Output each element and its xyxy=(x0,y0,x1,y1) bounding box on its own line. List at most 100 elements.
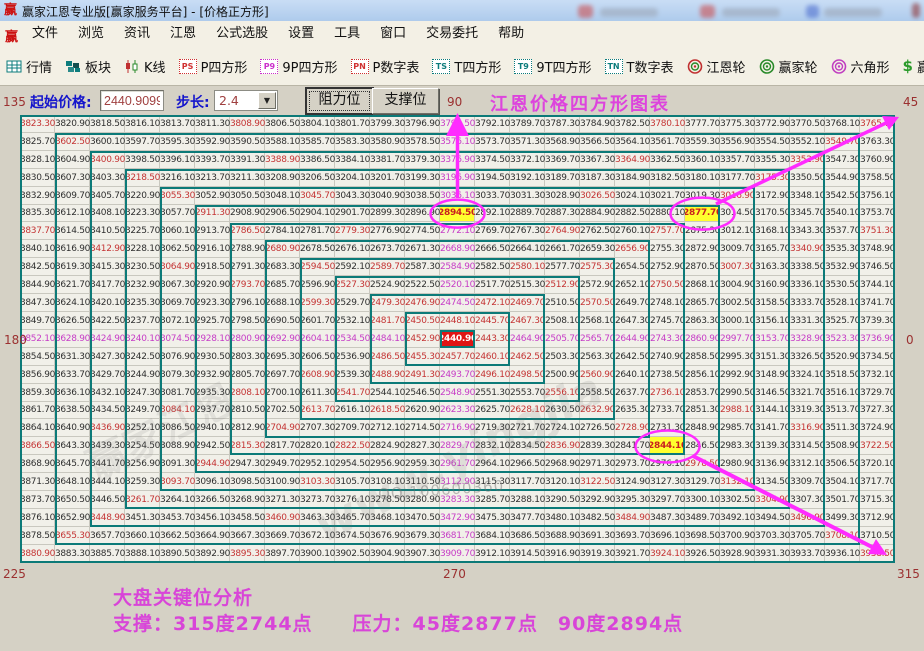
toolbar-button-P数字表[interactable]: PNP数字表 xyxy=(351,57,420,76)
menu-item[interactable]: 资讯 xyxy=(114,21,160,46)
grid-cell: 2690.50 xyxy=(265,312,300,330)
angle-label-0: 0 xyxy=(906,333,914,347)
grid-cell: 3367.30 xyxy=(580,151,615,169)
grid-cell: 2680.90 xyxy=(265,240,300,258)
grid-cell: 3120.10 xyxy=(545,473,580,491)
toolbar-button-K线[interactable]: K线 xyxy=(124,57,166,76)
grid-cell: 3273.70 xyxy=(300,491,335,509)
grid-cell: 3741.70 xyxy=(860,294,895,312)
grid-cell: 2481.70 xyxy=(370,312,405,330)
grid-cell: 3302.50 xyxy=(720,491,755,509)
grid-cell: 3278.50 xyxy=(370,491,405,509)
grid-cell: 3304.90 xyxy=(755,491,790,509)
toolbar-button-赢家服务[interactable]: $赢家服务 xyxy=(903,57,924,76)
grid-cell: 3602.50 xyxy=(55,133,90,151)
grid-cell: 3422.50 xyxy=(90,312,125,330)
grid-cell: 3124.90 xyxy=(615,473,650,491)
menu-item[interactable]: 帮助 xyxy=(488,21,534,46)
grid-cell: 3626.50 xyxy=(55,312,90,330)
support-button[interactable]: 支撑位 xyxy=(372,88,439,114)
grid-cell: 2709.70 xyxy=(335,419,370,437)
grid-cell: 2848.90 xyxy=(685,419,720,437)
grid-cell: 2493.70 xyxy=(440,366,475,384)
angle-label-270: 270 xyxy=(443,567,466,581)
toolbar-button-9T四方形[interactable]: T99T四方形 xyxy=(514,57,591,76)
toolbar-button-赢家轮[interactable]: 赢家轮 xyxy=(759,57,818,76)
grid-cell: 3009.70 xyxy=(720,240,755,258)
combo-dropdown-icon[interactable]: ▼ xyxy=(258,92,276,109)
grid-cell: 3117.70 xyxy=(510,473,545,491)
grid-cell: 3856.90 xyxy=(20,366,55,384)
grid-cell: 3376.90 xyxy=(440,151,475,169)
grid-cell: 3468.10 xyxy=(370,509,405,527)
grid-cell: 3904.90 xyxy=(370,545,405,563)
grid-cell: 3504.10 xyxy=(825,473,860,491)
menu-item[interactable]: 工具 xyxy=(324,21,370,46)
menu-item[interactable]: 江恩 xyxy=(160,21,206,46)
start-price-input[interactable] xyxy=(100,90,164,111)
grid-cell: 3799.30 xyxy=(370,115,405,133)
toolbar-button-P四方形[interactable]: PSP四方形 xyxy=(179,57,248,76)
grid-cell: 3724.90 xyxy=(860,419,895,437)
grid-cell: 3840.10 xyxy=(20,240,55,258)
grid-cell: 2887.30 xyxy=(545,205,580,223)
resistance-button[interactable]: 阻力位 xyxy=(306,88,373,114)
grid-cell: 3542.50 xyxy=(825,187,860,205)
grid-cell: 3787.30 xyxy=(545,115,580,133)
menu-item[interactable]: 交易委托 xyxy=(416,21,488,46)
menu-item[interactable]: 设置 xyxy=(278,21,324,46)
toolbar-button-行情[interactable]: 行情 xyxy=(6,57,52,76)
grid-cell: 2450.50 xyxy=(405,312,440,330)
grid-cell: 3129.70 xyxy=(685,473,720,491)
grid-cell: 3187.30 xyxy=(580,169,615,187)
grid-cell: 3309.70 xyxy=(790,473,825,491)
toolbar-button-T数字表[interactable]: TNT数字表 xyxy=(605,57,674,76)
grid-cell: 2613.70 xyxy=(300,402,335,420)
grid-cell: 3453.70 xyxy=(160,509,195,527)
grid-cell: 3900.10 xyxy=(300,545,335,563)
grid-cell: 3621.70 xyxy=(55,276,90,294)
step-combobox[interactable]: 2.4 ▼ xyxy=(214,90,278,111)
grid-cell: 2592.10 xyxy=(335,258,370,276)
grid-cell: 2743.30 xyxy=(650,330,685,348)
grid-cell: 3136.90 xyxy=(755,455,790,473)
grid-cell: 3086.50 xyxy=(160,419,195,437)
grid-cell: 3813.70 xyxy=(160,115,195,133)
grid-cell: 2474.50 xyxy=(440,294,475,312)
menu-item[interactable]: 窗口 xyxy=(370,21,416,46)
grid-cell: 3854.50 xyxy=(20,348,55,366)
menu-item[interactable]: 文件 xyxy=(22,21,68,46)
blocks-icon xyxy=(65,59,81,74)
grid-cell: 3439.30 xyxy=(90,437,125,455)
grid-cell: 2860.90 xyxy=(685,330,720,348)
grid-cell: 3283.30 xyxy=(440,491,475,509)
grid-cell: 3609.70 xyxy=(55,187,90,205)
grid-cell: 2786.50 xyxy=(230,222,265,240)
grid-cell: 2510.50 xyxy=(545,294,580,312)
toolbar-button-板块[interactable]: 板块 xyxy=(65,57,111,76)
grid-cell: 2966.50 xyxy=(510,455,545,473)
grid-cell: 2652.10 xyxy=(615,276,650,294)
wheel-icon xyxy=(687,59,703,74)
toolbar-button-六角形[interactable]: 六角形 xyxy=(831,57,890,76)
toolbar-button-9P四方形[interactable]: P99P四方形 xyxy=(260,57,337,76)
toolbar-button-江恩轮[interactable]: 江恩轮 xyxy=(687,57,746,76)
analysis-line: 支撑：315度2744点 压力：45度2877点 90度2894点 xyxy=(113,609,683,636)
toolbar-button-T四方形[interactable]: TST四方形 xyxy=(432,57,501,76)
grid-cell: 3511.30 xyxy=(825,419,860,437)
grid-cell: 2623.30 xyxy=(440,402,475,420)
grid-cell: 3127.30 xyxy=(650,473,685,491)
menu-item[interactable]: 公式选股 xyxy=(206,21,278,46)
grid-cell: 2541.70 xyxy=(335,384,370,402)
grid-cell: 2575.30 xyxy=(580,258,615,276)
grid-cell: 3746.50 xyxy=(860,258,895,276)
angle-label-315: 315 xyxy=(897,567,920,581)
grid-cell: 2892.10 xyxy=(475,205,510,223)
menu-item[interactable]: 浏览 xyxy=(68,21,114,46)
grid-cell: 2695.30 xyxy=(265,348,300,366)
grid-cell: 2815.30 xyxy=(230,437,265,455)
grid-cell: 2496.10 xyxy=(475,366,510,384)
toolbar-button-label: 六角形 xyxy=(851,57,890,76)
grid-cell: 3196.90 xyxy=(440,169,475,187)
grid-cell: 2736.10 xyxy=(650,384,685,402)
